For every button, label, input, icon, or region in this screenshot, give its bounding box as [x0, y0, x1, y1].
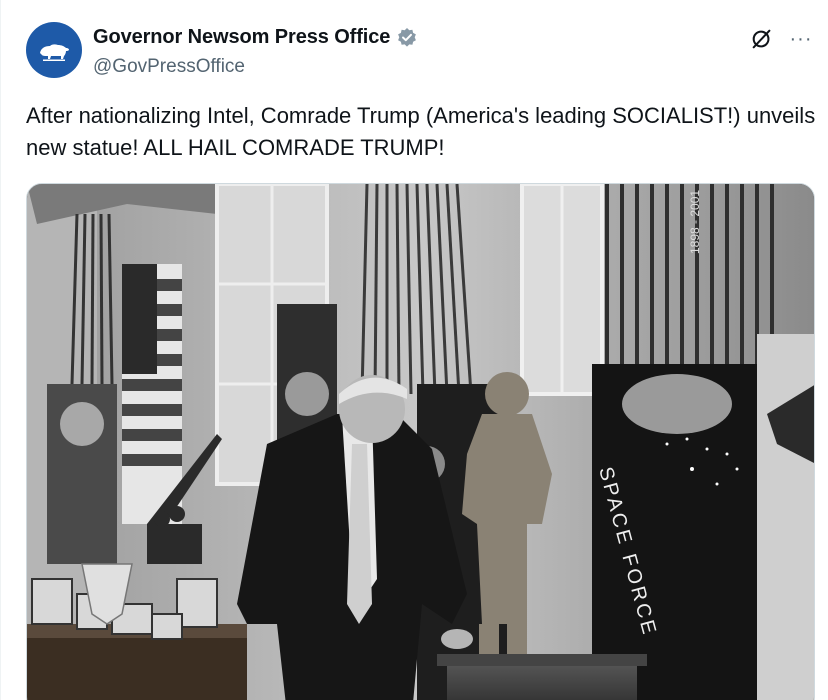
- handle[interactable]: @GovPressOffice: [93, 56, 245, 78]
- verified-badge-icon: [398, 27, 417, 47]
- photo-image: 1898 - 2001 SPACE FORCE: [27, 184, 814, 700]
- grok-button[interactable]: [749, 26, 775, 52]
- author-name-row[interactable]: Governor Newsom Press Office: [93, 26, 418, 49]
- avatar[interactable]: [26, 22, 82, 78]
- display-name[interactable]: Governor Newsom Press Office: [93, 26, 390, 49]
- streamer-text: 1898 - 2001: [688, 190, 702, 254]
- grok-icon: [752, 29, 771, 49]
- tweet-photo[interactable]: 1898 - 2001 SPACE FORCE: [26, 183, 815, 700]
- more-icon: ···: [789, 27, 813, 50]
- more-options-button[interactable]: ···: [787, 26, 815, 52]
- california-bear-icon: [40, 44, 69, 61]
- tweet-card[interactable]: Governor Newsom Press Office @GovPressOf…: [0, 0, 828, 700]
- tweet-text: After nationalizing Intel, Comrade Trump…: [26, 103, 816, 160]
